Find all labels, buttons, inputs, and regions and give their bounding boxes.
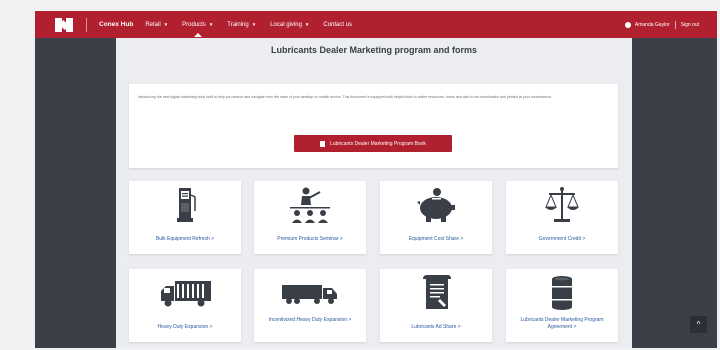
document-pen-icon — [423, 275, 451, 309]
brand-name[interactable]: Conex Hub — [99, 21, 133, 28]
top-navbar: Conex Hub Retail ▼ Products ▼ Training ▼ Lo… — [35, 11, 717, 38]
fuel-pump-icon — [177, 188, 196, 222]
card-label: Bulk Equipment Refresh > — [155, 236, 215, 242]
nav-item-products[interactable]: Products ▼ — [182, 21, 214, 37]
nav-item-contact-us[interactable]: Contact us — [323, 22, 355, 28]
card-heavy-duty-expansion[interactable]: Heavy Duty Expansion > — [129, 269, 241, 342]
semi-truck-icon — [282, 285, 337, 304]
card-label: Heavy Duty Expansion > — [157, 324, 213, 330]
intro-text: Introducing the new digital marketing bo… — [138, 95, 553, 99]
sign-out-link[interactable]: Sign out — [681, 22, 699, 28]
card-label: Lubricants Ad Share > — [411, 324, 461, 330]
card-bulk-equipment-refresh[interactable]: Bulk Equipment Refresh > — [129, 181, 241, 254]
nav-item-retail[interactable]: Retail ▼ — [145, 22, 168, 28]
piggy-bank-icon — [417, 188, 455, 222]
program-book-button-label: Lubricants Dealer Marketing Program Book — [330, 140, 426, 147]
user-menu-divider — [674, 20, 676, 29]
nav-menu: Retail ▼ Products ▼ Training ▼ Local giving… — [145, 21, 369, 37]
card-label: Government Credit > — [538, 236, 586, 242]
brand-logo[interactable] — [55, 17, 73, 32]
card-label: Premium Products Seminar > — [277, 236, 343, 242]
card-lubricants-ad-share[interactable]: Lubricants Ad Share > — [380, 269, 492, 342]
document-icon — [320, 140, 326, 147]
chevron-down-icon: ▼ — [163, 21, 169, 27]
seminar-presenter-icon — [290, 187, 330, 223]
card-premium-products-seminar[interactable]: Premium Products Seminar > — [254, 181, 366, 254]
user-icon — [624, 21, 631, 28]
nav-item-training[interactable]: Training ▼ — [227, 22, 256, 28]
main-content: Lubricants Dealer Marketing program and … — [116, 38, 632, 348]
card-label: Incentivized Heavy Duty Expansion > — [268, 317, 352, 323]
card-dealer-marketing-agreement[interactable]: Lubricants Dealer Marketing Program Agre… — [506, 269, 618, 342]
scales-icon — [545, 187, 579, 222]
browser-frame: Conex Hub Retail ▼ Products ▼ Training ▼ Lo… — [35, 11, 717, 348]
card-label: Lubricants Dealer Marketing Program Agre… — [520, 317, 604, 330]
card-equipment-cost-share[interactable]: Equipment Cost Share > — [380, 181, 492, 254]
card-label: Equipment Cost Share > — [408, 236, 464, 242]
chevron-down-icon: ▼ — [304, 21, 310, 27]
user-name[interactable]: Amanda Gaylor — [635, 22, 670, 28]
chevron-up-icon: ^ — [696, 320, 701, 329]
intro-panel: Introducing the new digital marketing bo… — [129, 84, 618, 168]
card-incentivized-heavy-duty-expansion[interactable]: Incentivized Heavy Duty Expansion > — [254, 269, 366, 342]
box-truck-icon — [161, 281, 211, 307]
nav-item-local-giving[interactable]: Local giving ▼ — [270, 22, 309, 28]
user-menu: Amanda Gaylor Sign out — [624, 11, 699, 38]
chevron-down-icon: ▼ — [208, 21, 214, 27]
oil-drum-icon — [552, 276, 572, 310]
chevron-down-icon: ▼ — [251, 21, 257, 27]
program-book-button[interactable]: Lubricants Dealer Marketing Program Book — [294, 135, 452, 152]
scroll-to-top-button[interactable]: ^ — [690, 316, 707, 333]
card-government-credit[interactable]: Government Credit > — [506, 181, 618, 254]
brand-divider — [86, 17, 87, 32]
page-title: Lubricants Dealer Marketing program and … — [270, 45, 478, 55]
